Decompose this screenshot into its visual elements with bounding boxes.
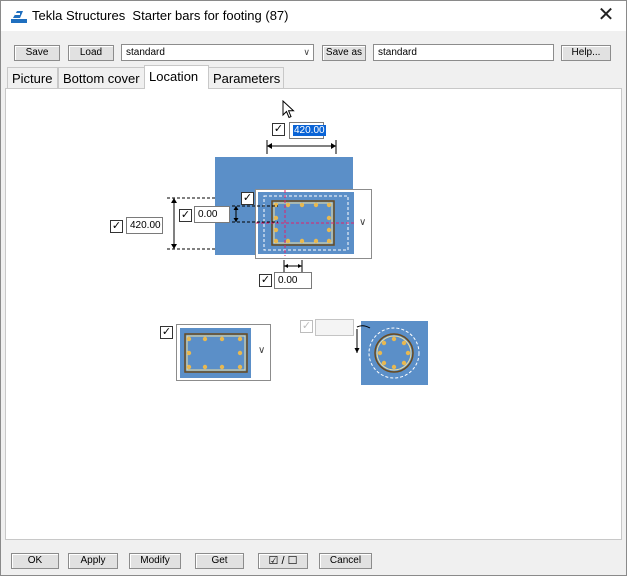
- save-as-button[interactable]: Save as: [322, 45, 366, 61]
- offset-x-checkbox[interactable]: ✓: [259, 274, 272, 287]
- offset-y-dimension-arrow: [232, 205, 278, 223]
- window-title: Tekla Structures Starter bars for footin…: [32, 8, 289, 23]
- chevron-down-icon: ∨: [303, 47, 310, 57]
- offset-x-value: 0.00: [278, 275, 298, 286]
- height-input[interactable]: 420.00: [126, 217, 163, 234]
- toggle-all-button[interactable]: ☑ / ☐: [258, 553, 308, 569]
- tekla-icon: [11, 11, 27, 23]
- tab-location[interactable]: Location: [144, 65, 209, 89]
- ok-button[interactable]: OK: [11, 553, 59, 569]
- rect-layout-select[interactable]: ∨: [176, 324, 271, 381]
- bar-group-select[interactable]: ∨: [255, 189, 372, 259]
- title-bar: Tekla Structures Starter bars for footin…: [1, 1, 626, 31]
- tab-bottom-cover[interactable]: Bottom cover: [58, 67, 145, 89]
- offset-y-checkbox[interactable]: ✓: [179, 209, 192, 222]
- modify-button[interactable]: Modify: [129, 553, 181, 569]
- height-dimension-arrow: [167, 197, 215, 250]
- mouse-cursor-icon: [282, 100, 295, 119]
- height-checkbox[interactable]: ✓: [110, 220, 123, 233]
- round-layout-checkbox[interactable]: ✓: [300, 320, 313, 333]
- offset-x-dimension-arrow: [283, 260, 303, 272]
- rect-bar-layout-preview: [180, 328, 251, 378]
- offset-y-value: 0.00: [198, 209, 218, 220]
- chevron-down-icon: ∨: [359, 217, 367, 228]
- close-icon[interactable]: ✕: [593, 4, 619, 28]
- rect-layout-checkbox[interactable]: ✓: [160, 326, 173, 339]
- offset-x-input[interactable]: 0.00: [274, 272, 312, 289]
- round-cover-input[interactable]: [315, 319, 354, 336]
- load-preset-select[interactable]: standard ∨: [121, 44, 314, 61]
- get-button[interactable]: Get: [195, 553, 244, 569]
- cancel-button[interactable]: Cancel: [319, 553, 372, 569]
- chevron-down-icon: ∨: [258, 345, 266, 356]
- round-bar-layout-diagram: [354, 321, 428, 385]
- help-button[interactable]: Help...: [561, 45, 611, 61]
- dialog-window: Tekla Structures Starter bars for footin…: [0, 0, 627, 576]
- offset-y-input[interactable]: 0.00: [194, 206, 230, 223]
- width-dimension-arrow: [266, 140, 337, 154]
- load-button[interactable]: Load: [68, 45, 114, 61]
- height-value: 420.00: [130, 220, 161, 231]
- save-button[interactable]: Save: [14, 45, 60, 61]
- load-preset-value: standard: [126, 47, 165, 58]
- tab-picture[interactable]: Picture: [7, 67, 58, 89]
- top-width-value: 420.00: [293, 125, 326, 136]
- tab-parameters[interactable]: Parameters: [208, 67, 284, 89]
- apply-button[interactable]: Apply: [68, 553, 118, 569]
- save-as-input[interactable]: standard: [373, 44, 554, 61]
- top-width-input[interactable]: 420.00: [289, 122, 326, 139]
- top-width-checkbox[interactable]: ✓: [272, 123, 285, 136]
